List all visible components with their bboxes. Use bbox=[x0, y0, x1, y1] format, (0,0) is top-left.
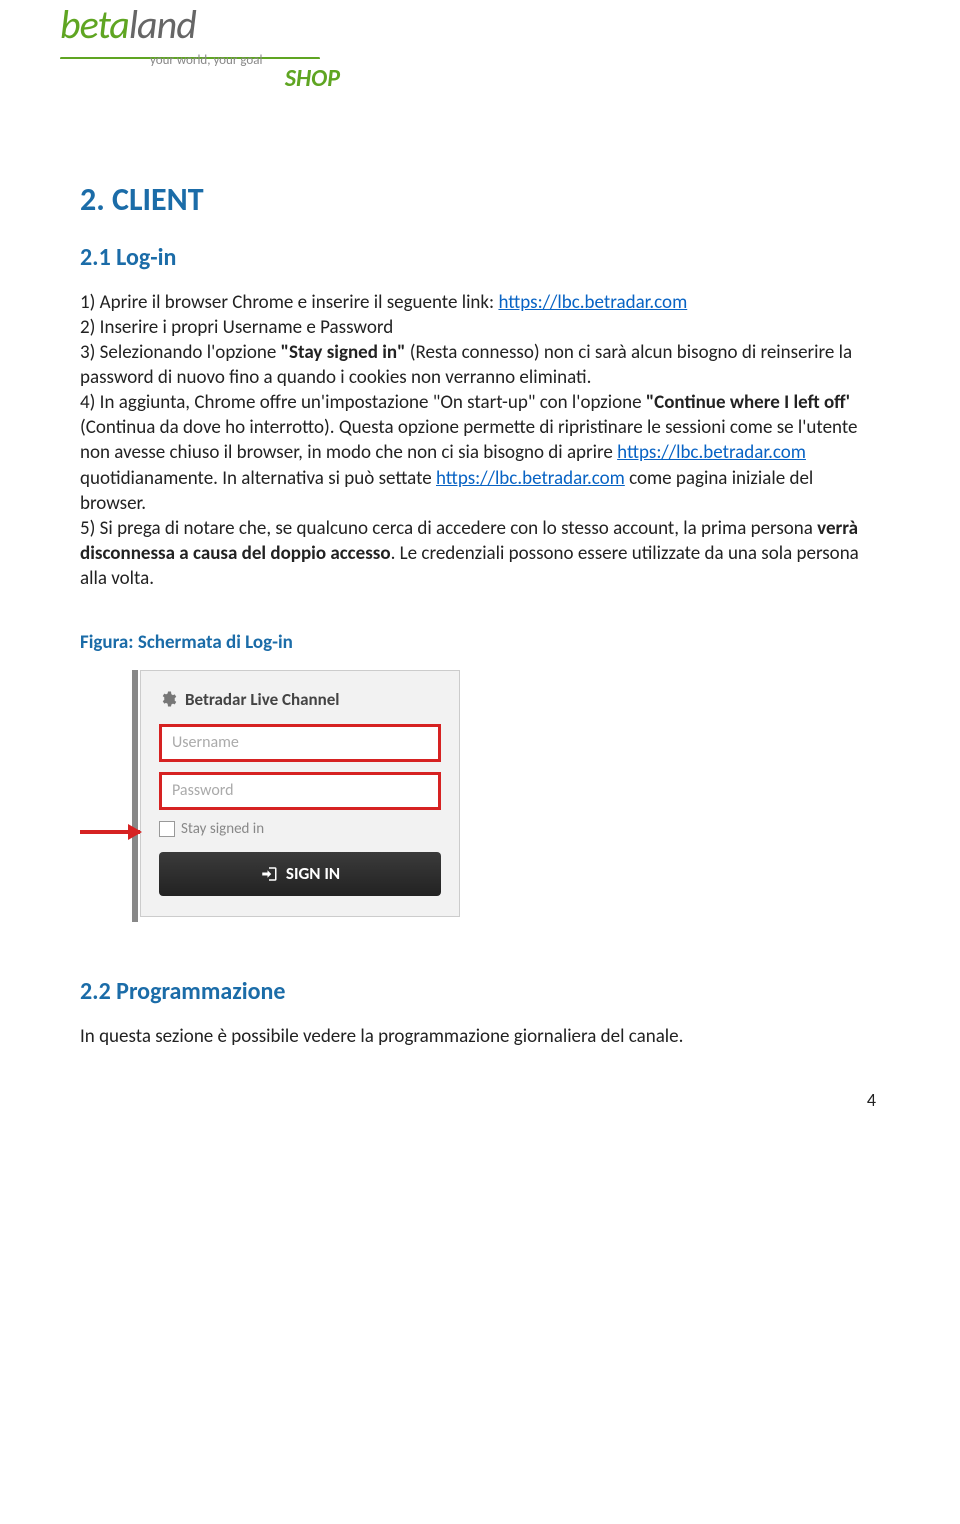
signin-arrow-icon bbox=[260, 865, 278, 883]
prog-text: In questa sezione è possibile vedere la … bbox=[80, 1024, 880, 1049]
bold-continue: "Continue where I left off' bbox=[646, 391, 850, 414]
figure-label: Figura: Schermata di Log-in bbox=[80, 631, 880, 654]
scrollbar-mock bbox=[132, 670, 138, 922]
heading-client: 2. CLIENT bbox=[80, 180, 880, 219]
text: 5) Si prega di notare che, se qualcuno c… bbox=[80, 517, 817, 540]
username-field[interactable]: Username bbox=[159, 724, 441, 762]
page-number: 4 bbox=[80, 1089, 880, 1111]
logo-part1: beta bbox=[60, 0, 129, 49]
login-title: Betradar Live Channel bbox=[185, 689, 339, 710]
logo-part2: land bbox=[129, 0, 196, 49]
login-title-row: Betradar Live Channel bbox=[159, 689, 441, 710]
link-lbc-1[interactable]: https://lbc.betradar.com bbox=[498, 291, 687, 314]
heading-login: 2.1 Log-in bbox=[80, 243, 880, 272]
heading-programmazione: 2.2 Programmazione bbox=[80, 977, 880, 1006]
text: quotidianamente. In alternativa si può s… bbox=[80, 467, 436, 490]
login-screenshot: Betradar Live Channel Username Password … bbox=[140, 670, 880, 917]
logo: betaland your world, your goal SHOP bbox=[60, 0, 340, 93]
text: 2) Inserire i propri Username e Password bbox=[80, 316, 393, 339]
text: 4) In aggiunta, Chrome offre un'impostaz… bbox=[80, 391, 646, 414]
stay-signed-checkbox[interactable] bbox=[159, 821, 175, 837]
logo-shop: SHOP bbox=[60, 64, 340, 93]
sign-in-label: SIGN IN bbox=[286, 863, 340, 884]
link-lbc-3[interactable]: https://lbc.betradar.com bbox=[436, 467, 625, 490]
username-placeholder: Username bbox=[172, 733, 239, 752]
stay-signed-label: Stay signed in bbox=[181, 820, 264, 838]
sign-in-button[interactable]: SIGN IN bbox=[159, 852, 441, 896]
password-placeholder: Password bbox=[172, 781, 234, 800]
stay-signed-row[interactable]: Stay signed in bbox=[159, 820, 441, 838]
text: 3) Selezionando l'opzione bbox=[80, 341, 281, 364]
bold-stay-signed: "Stay signed in" bbox=[281, 341, 406, 364]
annotation-arrow bbox=[80, 830, 140, 834]
body-text: 1) Aprire il browser Chrome e inserire i… bbox=[80, 290, 880, 591]
password-field[interactable]: Password bbox=[159, 772, 441, 810]
text: 1) Aprire il browser Chrome e inserire i… bbox=[80, 291, 498, 314]
gear-icon bbox=[159, 690, 177, 708]
link-lbc-2[interactable]: https://lbc.betradar.com bbox=[617, 441, 806, 464]
login-box: Betradar Live Channel Username Password … bbox=[140, 670, 460, 917]
